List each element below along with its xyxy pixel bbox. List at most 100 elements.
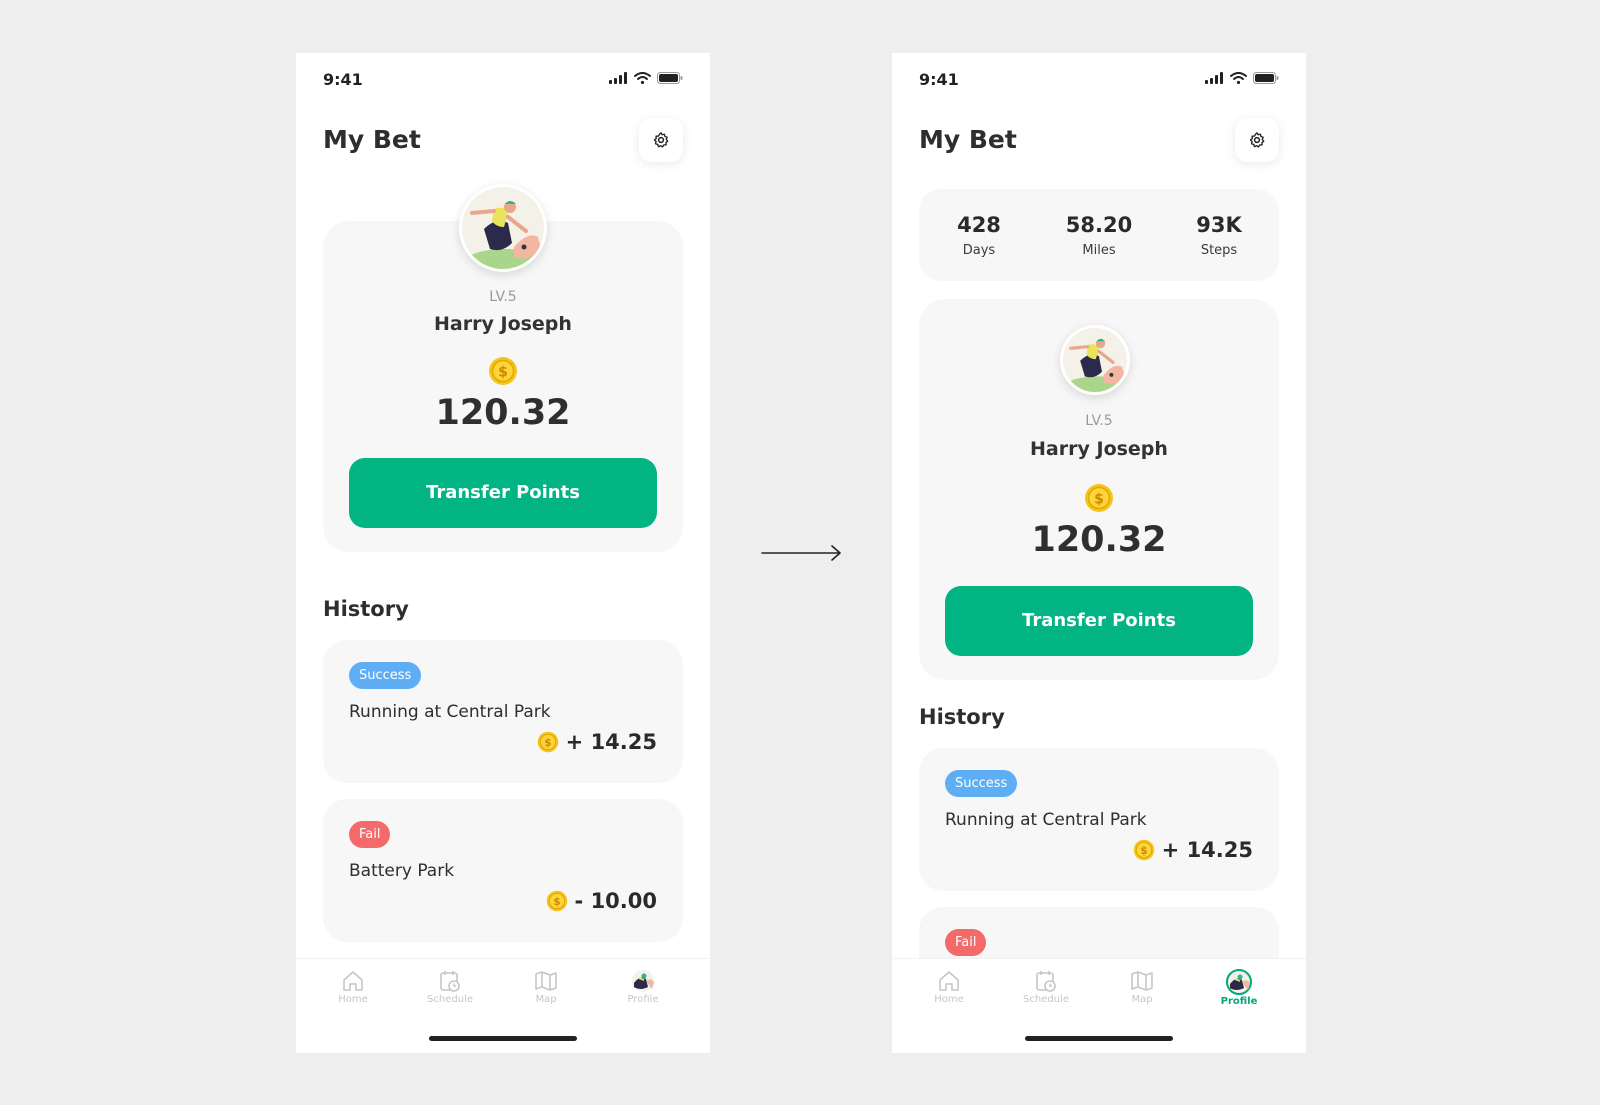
gear-icon [653,132,669,148]
history-item-amount: + 14.25 [565,730,657,754]
svg-text:$: $ [1094,492,1104,508]
history-heading: History [323,597,409,621]
page-title: My Bet [323,125,421,154]
history-item[interactable]: Fail Battery Park $ - 10.00 [323,799,683,942]
wifi-icon [1230,72,1247,84]
svg-text:$: $ [544,737,551,749]
phone-screen-before: 9:41 My Bet LV.5 Harry Joseph $ 120.32 T… [296,53,710,1053]
coin-icon: $ [488,356,518,390]
stat-value: 428 [957,212,1001,237]
calendar-clock-icon [1036,971,1056,992]
stat-miles: 58.20 Miles [1049,213,1149,258]
history-item-amount: - 10.00 [574,889,657,913]
coin-icon: $ [1084,483,1114,517]
tab-bar: Home Schedule Map Profile [892,958,1306,1053]
status-time: 9:41 [919,70,959,89]
svg-text:$: $ [553,896,560,908]
user-name: Harry Joseph [434,313,572,335]
stat-value: 58.20 [1065,212,1133,237]
status-bar: 9:41 [919,70,1279,90]
history-item-title: Running at Central Park [349,702,551,722]
wifi-icon [634,72,651,84]
history-item-title: Running at Central Park [945,810,1147,830]
tab-schedule-label: Schedule [1023,994,1069,1005]
coin-icon: $ [1133,839,1154,861]
tab-map-label: Map [535,994,557,1005]
stat-label: Steps [1200,242,1238,258]
history-item-amount-row: $ + 14.25 [537,730,657,754]
history-item-amount-row: $ - 10.00 [546,889,657,913]
avatar-icon [632,970,654,992]
map-icon [535,971,557,991]
tab-schedule[interactable]: Schedule [410,969,490,1005]
status-badge: Fail [945,929,987,956]
tab-bar: Home Schedule Map Profile [296,958,710,1053]
tab-profile-label: Profile [1220,996,1258,1007]
history-heading: History [919,705,1005,729]
stats-card: 428 Days 58.20 Miles 93K Steps [919,189,1279,281]
tab-home-label: Home [934,994,964,1005]
battery-icon [1253,72,1279,84]
history-item-amount-row: $ + 14.25 [1133,838,1253,862]
avatar [459,184,547,272]
stat-steps: 93K Steps [1169,213,1269,258]
avatar-icon [1226,969,1252,995]
profile-card: LV.5 Harry Joseph $ 120.32 Transfer Poin… [919,299,1279,680]
home-indicator [429,1036,577,1041]
history-item[interactable]: Success Running at Central Park $ + 14.2… [919,748,1279,891]
home-icon [343,971,363,991]
status-time: 9:41 [323,70,363,89]
runner-illustration [1063,328,1127,392]
user-level: LV.5 [489,289,517,305]
user-level: LV.5 [1085,413,1113,429]
tab-profile[interactable]: Profile [603,969,683,1005]
tab-home[interactable]: Home [909,969,989,1005]
stat-label: Miles [1082,242,1116,258]
phone-screen-after: 9:41 My Bet 428 Days 58.20 Miles 93K Ste… [892,53,1306,1053]
signal-icon [609,72,627,84]
status-icons [1205,72,1279,84]
stat-value: 93K [1196,212,1242,237]
status-icons [609,72,683,84]
settings-button[interactable] [1235,118,1279,162]
coin-icon: $ [546,890,567,912]
status-badge: Success [945,770,1018,797]
tab-map[interactable]: Map [506,969,586,1005]
points-balance: 120.32 [435,393,571,433]
tab-home-label: Home [338,994,368,1005]
settings-button[interactable] [639,118,683,162]
history-item-title: Battery Park [349,861,455,881]
tab-profile[interactable]: Profile [1199,969,1279,1007]
arrow-right-icon [761,545,841,561]
runner-illustration [462,187,544,269]
coin-icon: $ [537,731,558,753]
transfer-points-button[interactable]: Transfer Points [349,458,657,528]
page-title: My Bet [919,125,1017,154]
stat-days: 428 Days [929,213,1029,258]
calendar-clock-icon [440,971,460,992]
tab-map[interactable]: Map [1102,969,1182,1005]
home-icon [939,971,959,991]
status-bar: 9:41 [323,70,683,90]
tab-schedule-label: Schedule [427,994,473,1005]
gear-icon [1249,132,1265,148]
tab-home[interactable]: Home [313,969,393,1005]
history-item[interactable]: Success Running at Central Park $ + 14.2… [323,640,683,783]
status-badge: Success [349,662,422,689]
map-icon [1131,971,1153,991]
user-name: Harry Joseph [1030,438,1168,460]
avatar [1060,325,1130,395]
signal-icon [1205,72,1223,84]
status-badge: Fail [349,821,391,848]
svg-text:$: $ [498,365,508,381]
stat-label: Days [962,242,996,258]
points-balance: 120.32 [1031,520,1167,560]
svg-text:$: $ [1140,845,1147,857]
tab-profile-label: Profile [627,994,659,1005]
home-indicator [1025,1036,1173,1041]
tab-schedule[interactable]: Schedule [1006,969,1086,1005]
history-item-amount: + 14.25 [1161,838,1253,862]
tab-map-label: Map [1131,994,1153,1005]
transfer-points-button[interactable]: Transfer Points [945,586,1253,656]
battery-icon [657,72,683,84]
